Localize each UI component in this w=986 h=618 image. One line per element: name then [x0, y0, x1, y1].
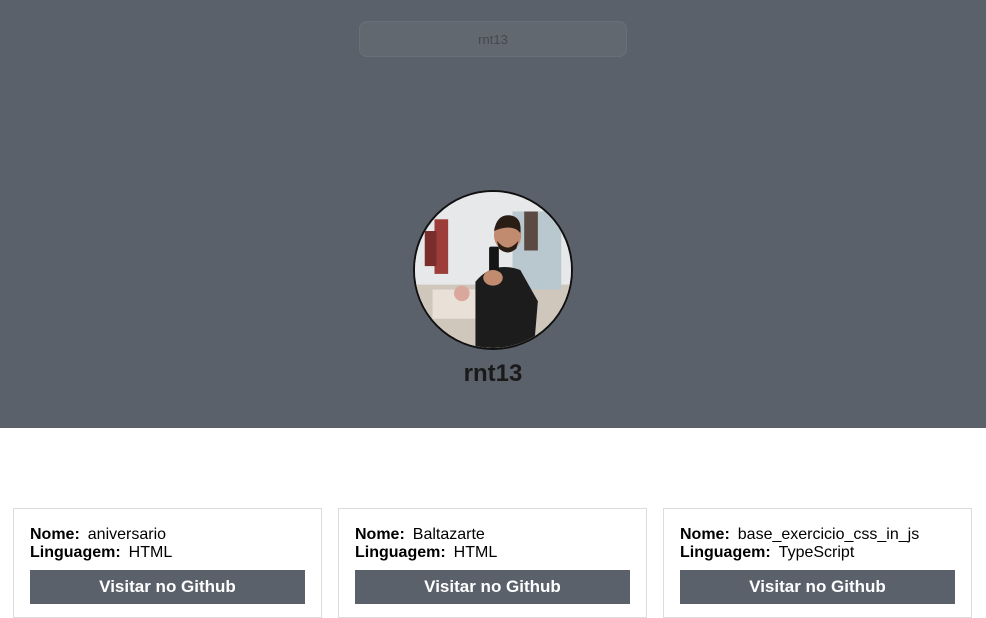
- language-label: Linguagem:: [30, 544, 121, 561]
- language-label: Linguagem:: [355, 544, 446, 561]
- repository-card: Nome: aniversario Linguagem: HTML Visitar …: [13, 508, 322, 618]
- repository-language: HTML: [453, 544, 498, 561]
- repository-name-row: Nome: base_exercicio_css_in_js: [680, 526, 919, 544]
- name-label: Nome:: [30, 526, 80, 543]
- repository-name-row: Nome: aniversario: [30, 526, 166, 544]
- repository-language: HTML: [128, 544, 173, 561]
- name-label: Nome:: [355, 526, 405, 543]
- repository-name-row: Nome: Baltazarte: [355, 526, 485, 544]
- username-search-input[interactable]: [359, 21, 627, 57]
- repository-name: Baltazarte: [412, 526, 485, 543]
- repository-card: Nome: Baltazarte Linguagem: HTML Visitar n…: [338, 508, 647, 618]
- name-label: Nome:: [680, 526, 730, 543]
- avatar-photo: [415, 192, 571, 348]
- repository-language-row: Linguagem: HTML: [30, 544, 172, 562]
- avatar: [413, 190, 573, 350]
- repository-card: Nome: base_exercicio_css_in_js Linguagem:…: [663, 508, 972, 618]
- profile-username: rnt13: [463, 360, 523, 387]
- repository-name: base_exercicio_css_in_js: [737, 526, 920, 543]
- repository-name: aniversario: [87, 526, 167, 543]
- repository-language-row: Linguagem: HTML: [355, 544, 497, 562]
- visit-github-button[interactable]: Visitar no Github: [680, 570, 955, 604]
- visit-github-button[interactable]: Visitar no Github: [355, 570, 630, 604]
- visit-github-button[interactable]: Visitar no Github: [30, 570, 305, 604]
- repository-list: Nome: aniversario Linguagem: HTML Visitar …: [13, 508, 973, 618]
- profile-header: rnt13: [0, 0, 986, 428]
- repository-language-row: Linguagem: TypeScript: [680, 544, 854, 562]
- repository-language: TypeScript: [778, 544, 855, 561]
- language-label: Linguagem:: [680, 544, 771, 561]
